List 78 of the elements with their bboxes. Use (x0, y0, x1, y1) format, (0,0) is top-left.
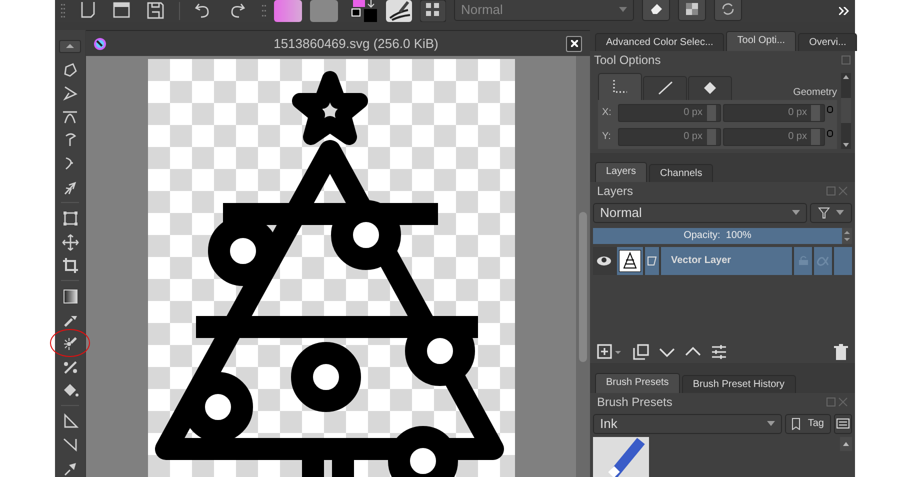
crop-icon[interactable] (61, 256, 79, 274)
dock-tab[interactable]: Brush Presets (595, 372, 680, 393)
dropdown-arrow-icon (766, 421, 775, 426)
alpha-lock-button[interactable] (678, 0, 706, 21)
dropdown-arrow-icon (836, 210, 844, 216)
down-arrow-icon[interactable] (841, 140, 851, 149)
new-document-icon[interactable] (79, 2, 97, 20)
polyline-icon[interactable] (61, 84, 79, 102)
dotted-corner-icon (611, 78, 629, 96)
tag-button[interactable]: Tag (784, 414, 831, 434)
section-label: Geometry (793, 86, 837, 100)
gradient-icon[interactable] (61, 286, 79, 305)
tool-option-tab[interactable] (688, 76, 732, 100)
filter-icon (818, 206, 830, 219)
bookmark-icon (792, 418, 800, 430)
panel-title: Brush Presets (597, 394, 672, 409)
eye-icon[interactable] (597, 256, 611, 266)
filter-dropdown[interactable] (810, 202, 852, 223)
transform-icon[interactable] (61, 209, 79, 228)
layer-thumbnail (619, 250, 641, 272)
grip-icon (61, 2, 65, 20)
scroll-up-icon[interactable] (840, 436, 852, 451)
overflow-chevrons-icon[interactable] (839, 7, 849, 15)
reload-button[interactable] (714, 0, 742, 21)
dock-tab[interactable]: Layers (595, 162, 648, 182)
properties-sliders-icon[interactable] (711, 344, 727, 360)
spin-arrows-icon[interactable] (842, 228, 852, 244)
vector-shape-icon (647, 256, 657, 266)
pattern-swatch[interactable] (310, 0, 338, 22)
number-field[interactable]: 0 px (618, 128, 720, 146)
scroll-up-button[interactable] (59, 40, 81, 53)
save-icon[interactable] (147, 2, 165, 20)
color-pair-icon[interactable] (350, 0, 378, 22)
document-title: 1513860469.svg (256.0 KiB) (272, 36, 440, 51)
duplicate-layer-icon[interactable] (633, 344, 649, 360)
up-arrow-icon[interactable] (841, 72, 851, 81)
add-layer-icon[interactable] (597, 344, 623, 360)
dock-tab[interactable]: Overvi... (798, 32, 858, 51)
grip-icon (262, 5, 266, 17)
field-label: Y: (602, 131, 612, 142)
reload-icon (721, 2, 735, 16)
line-icon (656, 79, 674, 98)
scrollbar-thumb[interactable] (579, 212, 587, 362)
dock-tab[interactable]: Brush Preset History (682, 374, 796, 393)
layer-row[interactable]: Vector Layer (593, 246, 852, 275)
opacity-slider[interactable]: Opacity: 100% (593, 228, 842, 244)
dock-tab[interactable]: Advanced Color Selec... (595, 32, 724, 51)
panel-title: Tool Options (594, 52, 661, 67)
brush-preset-thumbnail[interactable] (593, 436, 649, 477)
eraser-button[interactable] (642, 0, 670, 21)
number-field[interactable]: 0 px (722, 104, 825, 122)
close-icon (570, 40, 578, 47)
move-icon[interactable] (61, 232, 79, 251)
close-button[interactable] (566, 36, 582, 52)
panel-title: Layers (597, 184, 634, 198)
number-field[interactable]: 0 px (722, 128, 825, 146)
dropdown-arrow-icon (619, 6, 627, 12)
field-label: X: (602, 107, 612, 118)
tool-option-tab[interactable] (643, 76, 687, 100)
dock-tab[interactable]: Tool Opti... (726, 30, 796, 51)
up-arrow-icon (66, 44, 74, 48)
number-field[interactable]: 0 px (618, 104, 720, 122)
krita-logo-icon (94, 38, 106, 50)
brush-preset-icon[interactable] (386, 0, 412, 22)
checker-icon (686, 3, 698, 15)
list-view-icon[interactable] (834, 414, 852, 434)
tag-dropdown[interactable]: Ink (593, 414, 782, 434)
open-document-icon[interactable] (113, 2, 131, 20)
trash-icon[interactable] (834, 344, 848, 360)
layer-name: Vector Layer (671, 255, 732, 266)
blend-mode-dropdown[interactable]: Normal (593, 202, 807, 223)
dock-tab[interactable]: Channels (649, 164, 714, 182)
dropdown-arrow-icon (792, 210, 800, 216)
eraser-icon (649, 3, 663, 15)
grid-icon[interactable] (420, 0, 446, 22)
gradient-swatch[interactable] (274, 0, 302, 22)
polygon-icon[interactable] (61, 60, 79, 79)
sparkle-brush-icon[interactable] (61, 334, 79, 352)
